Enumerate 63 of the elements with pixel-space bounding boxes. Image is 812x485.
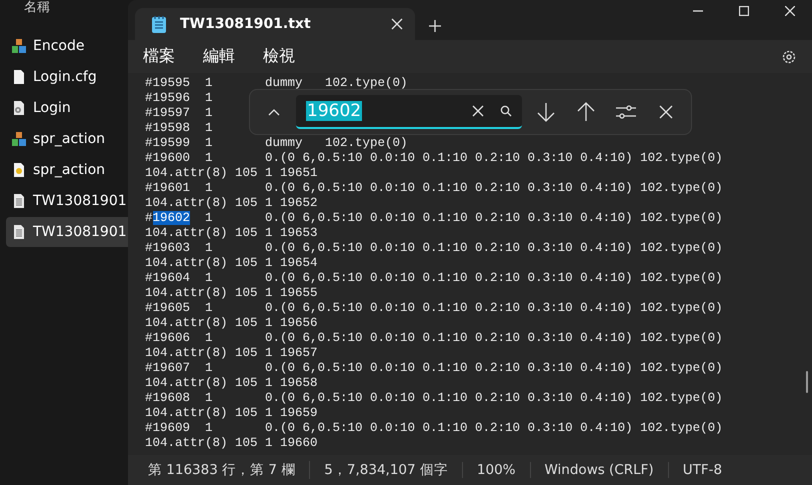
text-line: #19598 1 [145, 121, 213, 136]
text-line: 104.attr(8) 105 1 19658 [145, 376, 318, 391]
settings-icon[interactable] [781, 48, 797, 64]
column-header[interactable]: 名稱 [0, 0, 128, 20]
blocks-icon [11, 131, 27, 147]
text-line: #19602 1 0.(0 6,0.5:10 0.0:10 0.1:10 0.2:10 0.3:10 0.4:10) 102.type(0) [145, 211, 723, 226]
text-file-icon [11, 224, 27, 240]
text-line: #19601 1 0.(0 6,0.5:10 0.0:10 0.1:10 0.2:10 0.3:10 0.4:10) 102.type(0) [145, 181, 723, 196]
text-line: #19597 1 [145, 106, 213, 121]
file-item[interactable]: Login [6, 93, 128, 123]
text-line: #19596 1 [145, 91, 213, 106]
sliders-icon[interactable] [616, 105, 636, 119]
status-text: 100% [462, 462, 530, 478]
maximize-icon[interactable] [739, 6, 749, 16]
text-line: 104.attr(8) 105 1 19660 [145, 436, 318, 451]
text-line: #19609 1 0.(0 6,0.5:10 0.0:10 0.1:10 0.2:10 0.3:10 0.4:10) 102.type(0) [145, 421, 723, 436]
down-arrow-icon[interactable] [537, 102, 555, 122]
file-item[interactable]: TW13081901 [6, 186, 128, 216]
blocks-icon [11, 38, 27, 54]
close-icon[interactable] [659, 105, 673, 119]
text-line: #19599 1 dummy 102.type(0) [145, 136, 408, 151]
collapse-icon[interactable] [268, 108, 280, 116]
text-line: 104.attr(8) 105 1 19651 [145, 166, 318, 181]
text-line: 104.attr(8) 105 1 19655 [145, 286, 318, 301]
plus-icon[interactable] [429, 20, 441, 32]
text-line: 104.attr(8) 105 1 19652 [145, 196, 318, 211]
file-item[interactable]: Login.cfg [6, 62, 128, 92]
notepad-icon [152, 16, 166, 32]
text-line: 104.attr(8) 105 1 19654 [145, 256, 318, 271]
gear-file-icon [11, 100, 27, 116]
file-item[interactable]: TW13081901 [6, 217, 128, 247]
text-line: #19606 1 0.(0 6,0.5:10 0.0:10 0.1:10 0.2:10 0.3:10 0.4:10) 102.type(0) [145, 331, 723, 346]
file-item[interactable]: spr_action [6, 124, 128, 154]
text-line: #19600 1 0.(0 6,0.5:10 0.0:10 0.1:10 0.2:10 0.3:10 0.4:10) 102.type(0) [145, 151, 723, 166]
text-line: #19595 1 dummy 102.type(0) [145, 76, 408, 91]
close-icon[interactable] [785, 6, 795, 16]
file-item[interactable]: spr_action [6, 155, 128, 185]
clear-icon[interactable] [472, 105, 484, 117]
text-line: #19607 1 0.(0 6,0.5:10 0.0:10 0.1:10 0.2:10 0.3:10 0.4:10) 102.type(0) [145, 361, 723, 376]
file-item[interactable]: Encode [6, 31, 128, 61]
text-line: #19605 1 0.(0 6,0.5:10 0.0:10 0.1:10 0.2:10 0.3:10 0.4:10) 102.type(0) [145, 301, 723, 316]
text-file-icon [11, 193, 27, 209]
text-line: 104.attr(8) 105 1 19656 [145, 316, 318, 331]
image-file-icon [11, 162, 27, 178]
status-text: 第 116383 行，第 7 欄 [148, 461, 296, 479]
search-icon[interactable] [500, 105, 512, 117]
status-text: UTF-8 [668, 462, 736, 478]
text-line: #19604 1 0.(0 6,0.5:10 0.0:10 0.1:10 0.2:10 0.3:10 0.4:10) 102.type(0) [145, 271, 723, 286]
text-line: 104.attr(8) 105 1 19659 [145, 406, 318, 421]
up-arrow-icon[interactable] [577, 102, 595, 122]
menu-item[interactable]: 編輯 [203, 46, 235, 67]
status-text: 5，7,834,107 個字 [309, 461, 462, 479]
text-line: #19608 1 0.(0 6,0.5:10 0.0:10 0.1:10 0.2:10 0.3:10 0.4:10) 102.type(0) [145, 391, 723, 406]
text-line: 104.attr(8) 105 1 19653 [145, 226, 318, 241]
file-icon [11, 69, 27, 85]
text-line: #19603 1 0.(0 6,0.5:10 0.0:10 0.1:10 0.2:10 0.3:10 0.4:10) 102.type(0) [145, 241, 723, 256]
text-line: 104.attr(8) 105 1 19657 [145, 346, 318, 361]
menu-item[interactable]: 檔案 [143, 46, 175, 67]
close-icon[interactable] [391, 18, 403, 30]
file-tab[interactable]: TW13081901.txt [135, 8, 415, 40]
scrollbar-thumb[interactable] [806, 371, 808, 393]
menu-item[interactable]: 檢視 [263, 46, 295, 67]
status-text: Windows (CRLF) [530, 462, 668, 478]
